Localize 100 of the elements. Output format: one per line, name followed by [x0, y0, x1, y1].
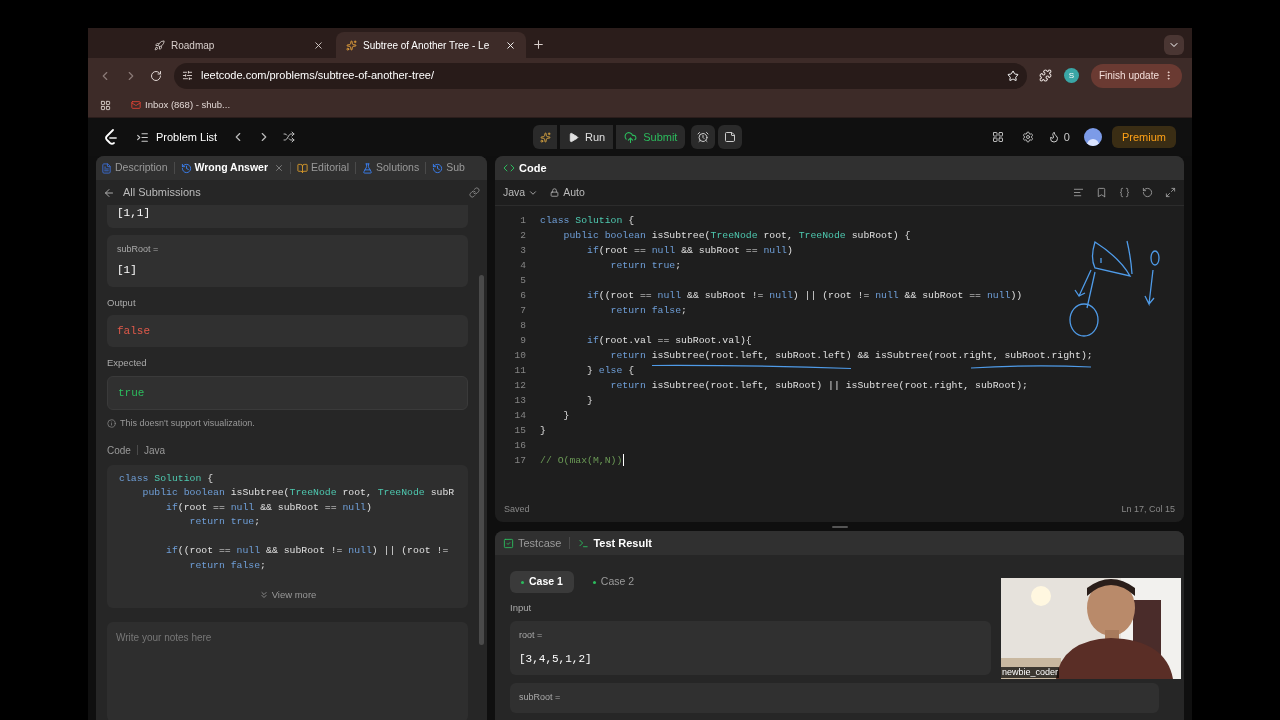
shuffle-icon[interactable]: [283, 131, 296, 143]
expected-value: true: [107, 375, 468, 410]
code-line: class Solution {: [119, 471, 215, 486]
code-line: if(root == null && subRoot == null): [165, 500, 373, 515]
braces-icon[interactable]: [1119, 187, 1130, 198]
address-field[interactable]: leetcode.com/problems/subtree-of-another-tree/: [174, 62, 1027, 89]
output-value: false: [107, 314, 468, 348]
code-line: if(root.val == subRoot.val){: [586, 334, 752, 349]
panel-tab[interactable]: Solutions: [362, 160, 420, 176]
notes-field[interactable]: Write your notes here: [107, 621, 468, 720]
input-label: Input: [509, 601, 533, 615]
language-label: Java: [143, 443, 166, 458]
new-tab-icon[interactable]: [532, 38, 545, 51]
case-tab[interactable]: Case 1: [510, 571, 574, 593]
close-icon[interactable]: [313, 39, 324, 51]
case-tab[interactable]: Case 2: [581, 571, 646, 593]
settings-icon[interactable]: [1021, 131, 1034, 143]
bookmark-icon[interactable]: [1096, 187, 1107, 198]
sparkle-icon: [539, 131, 551, 143]
flame-icon: [1047, 131, 1060, 143]
browser-tab[interactable]: Subtree of Another Tree - Le: [336, 32, 526, 58]
note-icon: [724, 131, 737, 143]
input-value: [3,4,5,1,2]: [519, 651, 593, 667]
reload-icon[interactable]: [150, 69, 162, 82]
panel-tab[interactable]: Description: [101, 160, 168, 176]
participant-name: newbie_coder: [1001, 667, 1060, 678]
code-line: return isSubtree(root.left, subRoot.left) && isSubtree(root.right, subRoot.right);: [609, 349, 1093, 364]
premium-button[interactable]: Premium: [1112, 126, 1176, 148]
line-number: 4: [519, 259, 526, 274]
code-line: if((root == null && subRoot != null) || (root !=: [165, 544, 450, 559]
user-avatar[interactable]: [1084, 128, 1102, 146]
line-number: 3: [519, 244, 526, 259]
input-name: subRoot =: [117, 242, 160, 256]
tab-search-button[interactable]: [1164, 35, 1184, 55]
back-icon[interactable]: [103, 186, 115, 199]
lock-icon: [550, 188, 560, 197]
input-value: [1]: [117, 263, 138, 278]
code-line: }: [540, 424, 546, 439]
line-number: 11: [513, 364, 526, 379]
terminal-icon: [578, 537, 590, 549]
code-line: if((root == null && subRoot != null) || (root != null && subRoot == null)): [586, 289, 1023, 304]
panel-tab[interactable]: Test Result: [578, 534, 652, 552]
tab-icon: [432, 162, 444, 174]
tab-title: Roadmap: [171, 38, 216, 53]
close-icon[interactable]: [505, 39, 516, 51]
code-line: } else {: [586, 364, 635, 379]
view-more-button[interactable]: View more: [258, 587, 317, 602]
tab-icon: [297, 162, 309, 174]
submit-button[interactable]: Submit: [616, 125, 686, 149]
code-line: return isSubtree(root.left, subRoot) || isSubtree(root.right, subRoot);: [609, 379, 1028, 394]
extensions-icon[interactable]: [1038, 69, 1052, 82]
line-number: 1: [519, 214, 526, 229]
line-number: 14: [513, 409, 526, 424]
line-number: 6: [519, 289, 526, 304]
language-selector[interactable]: Java: [503, 184, 539, 201]
link-icon[interactable]: [469, 187, 480, 198]
timer-button[interactable]: [691, 125, 716, 149]
line-number: 8: [519, 319, 526, 334]
debug-button[interactable]: [533, 125, 557, 149]
output-label: Output: [107, 295, 137, 310]
line-number: 17: [513, 454, 526, 469]
reset-icon[interactable]: [1142, 187, 1153, 198]
double-chevron-icon: [258, 589, 269, 600]
scrollbar-thumb[interactable]: [479, 275, 484, 645]
code-line: return false;: [188, 559, 267, 574]
logo-icon[interactable]: [104, 129, 118, 145]
line-number: 15: [513, 424, 526, 439]
panel-title: Code: [519, 160, 547, 176]
visualization-notice: This doesn't support visualization.: [120, 417, 255, 430]
streak-counter[interactable]: 0: [1047, 128, 1070, 146]
panel-tab[interactable]: Wrong Answer: [180, 160, 285, 176]
save-status: Saved: [504, 503, 530, 517]
panel-tab[interactable]: Testcase: [503, 534, 562, 552]
panel-tab[interactable]: Editorial: [297, 160, 349, 176]
input-value: [1,1]: [117, 206, 151, 221]
code-line: }: [586, 394, 593, 409]
finish-update-button[interactable]: Finish update: [1090, 63, 1182, 88]
line-number: 13: [513, 394, 526, 409]
code-line: public boolean isSubtree(TreeNode root, TreeNode subR: [141, 486, 456, 501]
input-name: root =: [519, 629, 544, 643]
code-line: }: [562, 409, 570, 424]
bookmark[interactable]: Inbox (868) - shub...: [131, 97, 231, 113]
browser-tab[interactable]: Roadmap: [144, 32, 334, 58]
code-label: Code: [107, 443, 131, 458]
auto-mode[interactable]: Auto: [550, 184, 585, 201]
star-icon[interactable]: [1006, 69, 1019, 82]
notes-button[interactable]: [718, 125, 743, 149]
problem-list-link[interactable]: Problem List: [136, 128, 218, 146]
site-info-icon[interactable]: [182, 70, 193, 81]
panel-tab[interactable]: Sub: [432, 160, 465, 176]
play-icon: [568, 131, 579, 143]
code-line: if(root == null && subRoot == null): [586, 244, 793, 259]
format-icon[interactable]: [1073, 187, 1084, 198]
expand-icon[interactable]: [1165, 187, 1176, 198]
code-line: return true;: [609, 259, 682, 274]
layout-icon[interactable]: [991, 131, 1004, 143]
apps-icon[interactable]: [100, 99, 111, 111]
line-number: 12: [513, 379, 526, 394]
all-submissions-link[interactable]: All Submissions: [123, 184, 201, 201]
run-button[interactable]: Run: [560, 125, 614, 149]
